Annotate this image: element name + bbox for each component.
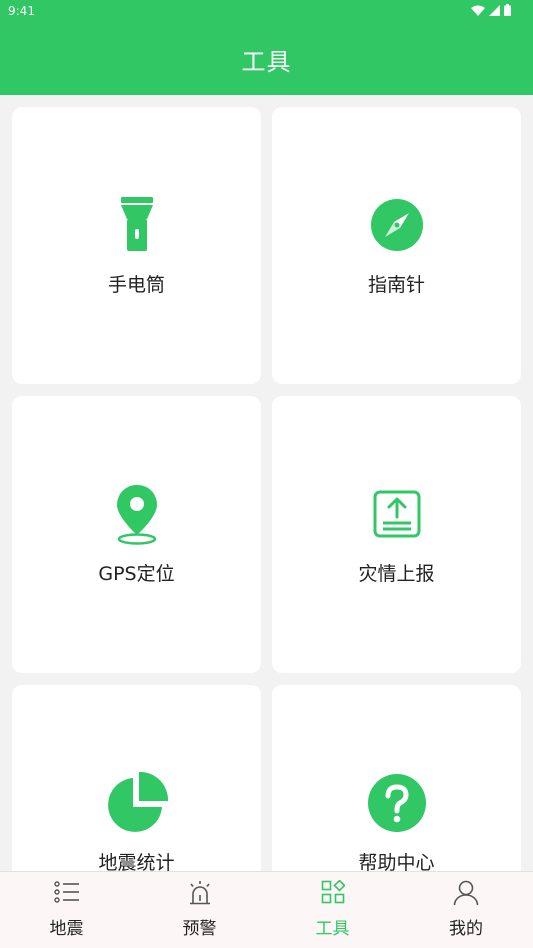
tab-earthquake[interactable]: 地震: [0, 872, 133, 948]
status-bar: 9:41: [0, 0, 533, 22]
page-title: 工具: [241, 48, 292, 76]
pie-chart-icon: [107, 772, 168, 832]
compass-icon: [370, 199, 423, 251]
upload-report-icon: [373, 490, 420, 538]
tab-warning[interactable]: 预警: [133, 872, 266, 948]
tool-label: 地震统计: [98, 852, 175, 871]
tool-card-compass[interactable]: 指南针: [272, 107, 521, 384]
bottom-tab-bar: 地震 预警 工具 我的: [0, 871, 533, 948]
tab-mine[interactable]: 我的: [399, 872, 533, 948]
tool-label: 指南针: [367, 274, 425, 296]
battery-icon: [504, 4, 511, 16]
tab-label: 地震: [49, 919, 84, 939]
status-icons: [471, 4, 511, 16]
tool-card-help[interactable]: 帮助中心: [272, 685, 521, 871]
wifi-icon: [471, 5, 485, 16]
location-pin-icon: [116, 485, 157, 545]
tab-label: 预警: [182, 919, 217, 939]
tool-label: 手电筒: [107, 274, 165, 296]
flashlight-icon: [120, 197, 153, 251]
help-icon: [367, 774, 426, 832]
tools-grid: 手电筒 指南针 GPS定位 灾情上报 地震统计 帮助中心: [12, 107, 521, 871]
alarm-icon: [189, 881, 210, 905]
list-icon: [53, 881, 79, 903]
tool-card-report[interactable]: 灾情上报: [272, 396, 521, 673]
signal-icon: [489, 4, 500, 16]
tool-card-flashlight[interactable]: 手电筒: [12, 107, 261, 384]
tab-tools[interactable]: 工具: [266, 872, 399, 948]
tool-label: GPS定位: [98, 563, 175, 585]
tool-label: 帮助中心: [358, 852, 435, 871]
user-icon: [453, 880, 479, 906]
status-time: 9:41: [8, 4, 35, 18]
tool-card-gps[interactable]: GPS定位: [12, 396, 261, 673]
apps-icon: [321, 880, 345, 904]
tool-label: 灾情上报: [358, 563, 435, 585]
tab-label: 工具: [315, 919, 350, 939]
app-header: 工具: [0, 22, 533, 95]
tool-card-statistics[interactable]: 地震统计: [12, 685, 261, 871]
tab-label: 我的: [449, 919, 483, 939]
